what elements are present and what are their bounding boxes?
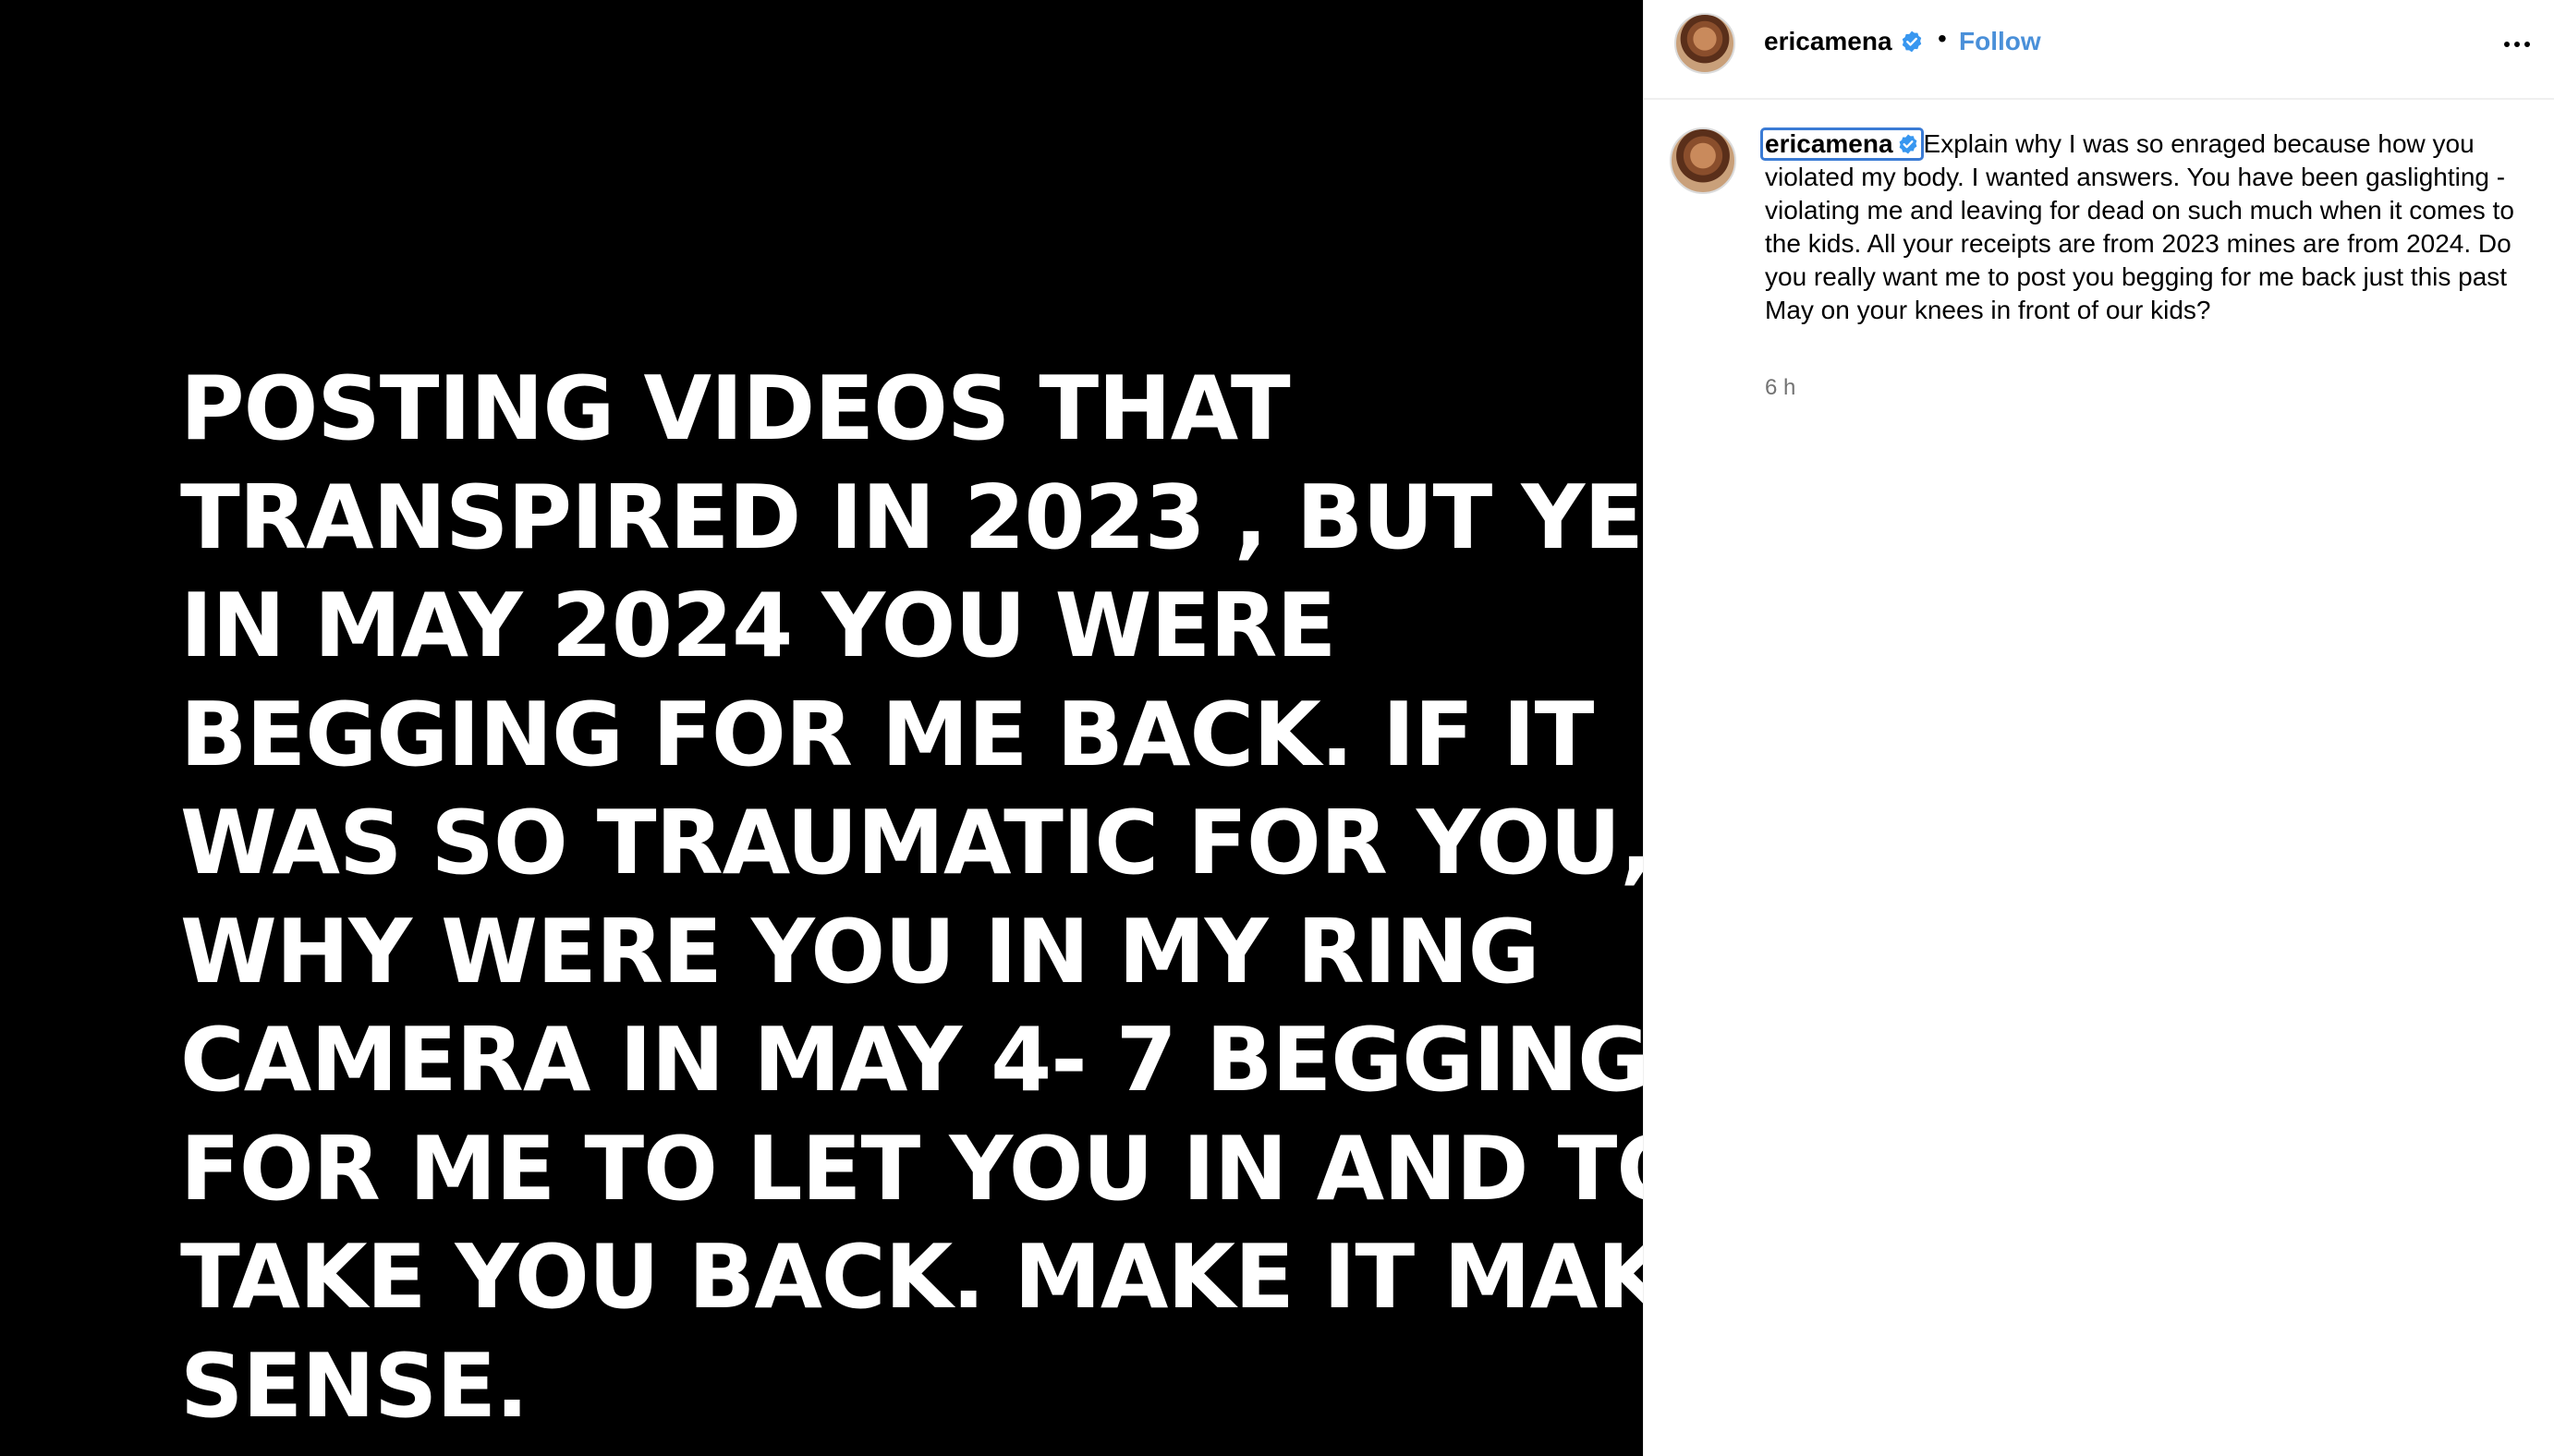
image-text-line: TRANSPIRED IN 2023 , BUT YET — [180, 467, 1643, 569]
follow-button[interactable]: Follow — [1959, 27, 2041, 56]
caption-username: ericamena — [1765, 129, 1893, 158]
post-sidebar: ericamena • Follow ericamena Explain why… — [1643, 0, 2554, 1456]
more-horizontal-icon[interactable] — [2500, 28, 2534, 61]
image-text-line: TAKE YOU BACK. MAKE IT MAKE — [180, 1227, 1643, 1329]
post-header: ericamena • Follow — [1644, 0, 2554, 100]
verified-badge-icon — [1902, 30, 1922, 53]
verified-badge-icon — [1899, 134, 1916, 154]
header-separator: • — [1938, 24, 1947, 53]
caption-timestamp[interactable]: 6 h — [1765, 375, 1795, 401]
image-text-line: CAMERA IN MAY 4- 7 BEGGING — [180, 1010, 1643, 1111]
author-username[interactable]: ericamena — [1764, 27, 1892, 56]
image-text-line: WAS SO TRAUMATIC FOR YOU, — [180, 793, 1643, 894]
post-image-text: POSTING VIDEOS THAT TRANSPIRED IN 2023 ,… — [180, 356, 1643, 1441]
image-text-line: POSTING VIDEOS THAT — [180, 358, 1291, 460]
caption-username-link[interactable]: ericamena — [1760, 127, 1924, 161]
author-avatar[interactable] — [1674, 13, 1735, 74]
image-text-line: BEGGING FOR ME BACK. IF IT — [180, 684, 1594, 786]
caption-author-avatar[interactable] — [1670, 127, 1736, 194]
caption-body: ericamena Explain why I was so enraged b… — [1760, 127, 2532, 327]
post-image[interactable]: POSTING VIDEOS THAT TRANSPIRED IN 2023 ,… — [0, 0, 1643, 1456]
post-viewer: POSTING VIDEOS THAT TRANSPIRED IN 2023 ,… — [0, 0, 2554, 1456]
image-text-line: WHY WERE YOU IN MY RING — [180, 901, 1540, 1003]
image-text-line: SENSE. — [180, 1335, 529, 1438]
image-text-line: IN MAY 2024 YOU WERE — [180, 576, 1336, 677]
image-text-line: FOR ME TO LET YOU IN AND TO — [180, 1118, 1643, 1220]
